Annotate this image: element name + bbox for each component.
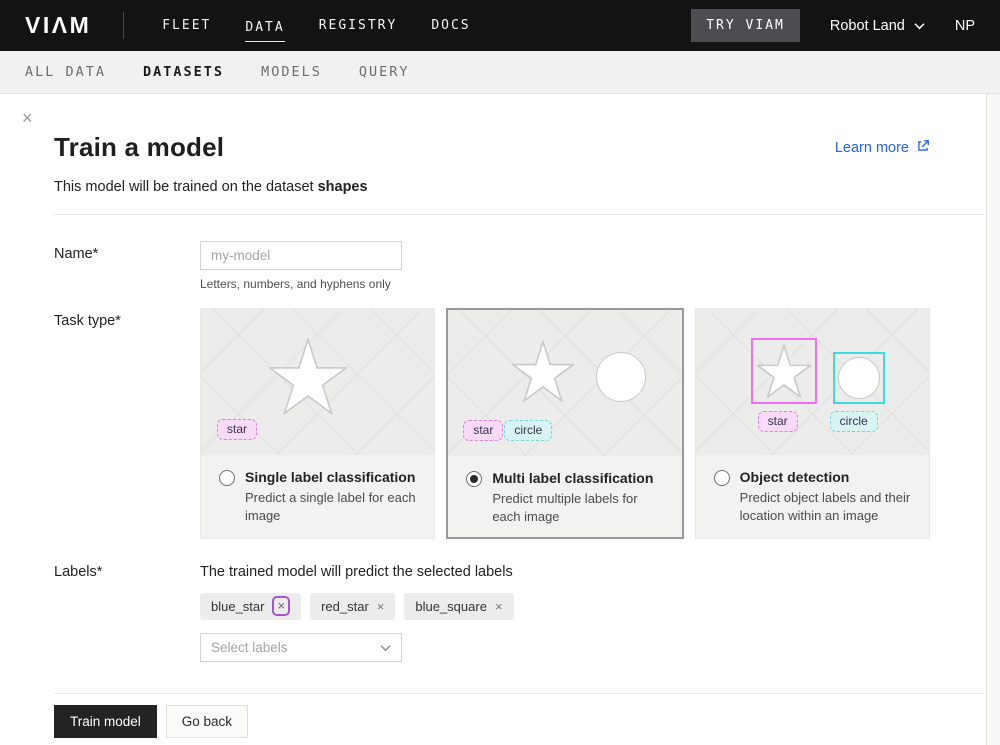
labels-description: The trained model will predict the selec…: [200, 559, 514, 580]
circle-label-tag: circle: [830, 411, 878, 432]
circle-shape: [838, 357, 880, 399]
star-label-tag: star: [217, 419, 257, 440]
close-icon[interactable]: ×: [22, 109, 33, 127]
name-helper-text: Letters, numbers, and hyphens only: [200, 277, 402, 291]
learn-more-link[interactable]: Learn more: [835, 139, 930, 157]
labels-row: Labels* The trained model will predict t…: [54, 559, 1000, 662]
star-shape: [269, 337, 347, 415]
radio-single-label[interactable]: [219, 470, 235, 486]
tab-datasets[interactable]: DATASETS: [143, 64, 224, 80]
chip-label: blue_star: [211, 599, 264, 614]
labels-label: Labels*: [54, 559, 200, 662]
circle-bounding-box: [833, 352, 885, 404]
task-card-single-label[interactable]: star Single label classification Predict…: [200, 308, 435, 539]
star-shape: [757, 344, 811, 398]
task-option-title: Multi label classification: [492, 470, 665, 486]
remove-chip-icon[interactable]: ×: [272, 596, 290, 616]
page-title: Train a model: [54, 132, 224, 163]
select-labels-dropdown[interactable]: Select labels: [200, 633, 402, 662]
dataset-name: shapes: [318, 179, 368, 195]
task-option-title: Object detection: [740, 469, 913, 485]
chevron-down-icon: [380, 639, 391, 657]
task-card-object-detection[interactable]: star circle Object detection Predict obj…: [695, 308, 930, 539]
go-back-button[interactable]: Go back: [166, 705, 248, 738]
nav-divider: [123, 12, 124, 39]
remove-chip-icon[interactable]: ×: [377, 600, 385, 613]
star-label-tag: star: [758, 411, 798, 432]
viam-logo[interactable]: VIΛM: [25, 12, 91, 39]
star-bounding-box: [751, 338, 817, 404]
topnav-items: FLEET DATA REGISTRY DOCS: [162, 14, 470, 37]
task-option-description: Predict a single label for each image: [245, 489, 418, 524]
tab-all-data[interactable]: ALL DATA: [25, 64, 106, 80]
task-card-single-label-preview: star: [201, 309, 434, 455]
star-label-tag: star: [463, 420, 503, 441]
task-card-object-detection-preview: star circle: [696, 309, 929, 455]
top-navigation: VIΛM FLEET DATA REGISTRY DOCS TRY VIAM R…: [0, 0, 1000, 51]
circle-label-tag: circle: [504, 420, 552, 441]
task-option-description: Predict multiple labels for each image: [492, 490, 665, 525]
try-viam-button[interactable]: TRY VIAM: [691, 9, 800, 42]
footer-divider: [54, 693, 985, 694]
selected-label-chips: blue_star × red_star × blue_square ×: [200, 593, 514, 620]
chip-red-star: red_star ×: [310, 593, 395, 620]
task-card-multi-label-preview: star circle: [448, 310, 681, 456]
nav-item-fleet[interactable]: FLEET: [162, 14, 211, 37]
select-labels-placeholder: Select labels: [211, 640, 288, 655]
nav-item-registry[interactable]: REGISTRY: [319, 14, 398, 37]
remove-chip-icon[interactable]: ×: [495, 600, 503, 613]
chevron-down-icon: [914, 18, 925, 34]
external-link-icon: [916, 139, 930, 157]
task-type-label: Task type*: [54, 308, 200, 539]
org-name-label: Robot Land: [830, 18, 905, 34]
user-avatar[interactable]: NP: [955, 18, 975, 34]
task-type-row: Task type* star Single label classificat…: [54, 308, 1000, 539]
learn-more-label: Learn more: [835, 140, 909, 156]
tab-models[interactable]: MODELS: [261, 64, 322, 80]
star-shape: [512, 340, 574, 402]
subtitle-text: This model will be trained on the datase…: [54, 179, 314, 195]
radio-multi-label[interactable]: [466, 471, 482, 487]
task-option-description: Predict object labels and their location…: [740, 489, 913, 524]
chip-label: red_star: [321, 599, 369, 614]
name-label: Name*: [54, 241, 200, 291]
radio-object-detection[interactable]: [714, 470, 730, 486]
circle-shape: [596, 352, 646, 402]
nav-item-data[interactable]: DATA: [245, 16, 284, 42]
name-row: Name* Letters, numbers, and hyphens only: [54, 241, 1000, 291]
nav-item-docs[interactable]: DOCS: [431, 14, 470, 37]
dataset-subtitle: This model will be trained on the datase…: [54, 179, 930, 195]
org-selector[interactable]: Robot Land: [830, 18, 925, 34]
task-card-multi-label[interactable]: star circle Multi label classification P…: [446, 308, 683, 539]
chip-label: blue_square: [415, 599, 487, 614]
data-sub-navigation: ALL DATA DATASETS MODELS QUERY: [0, 51, 1000, 94]
tab-query[interactable]: QUERY: [359, 64, 410, 80]
chip-blue-star: blue_star ×: [200, 593, 301, 620]
train-model-panel: × Train a model Learn more This model wi…: [0, 94, 1000, 745]
model-name-input[interactable]: [200, 241, 402, 270]
scroll-gutter: [986, 94, 1000, 745]
task-option-title: Single label classification: [245, 469, 418, 485]
chip-blue-square: blue_square ×: [404, 593, 513, 620]
train-model-button[interactable]: Train model: [54, 705, 157, 738]
